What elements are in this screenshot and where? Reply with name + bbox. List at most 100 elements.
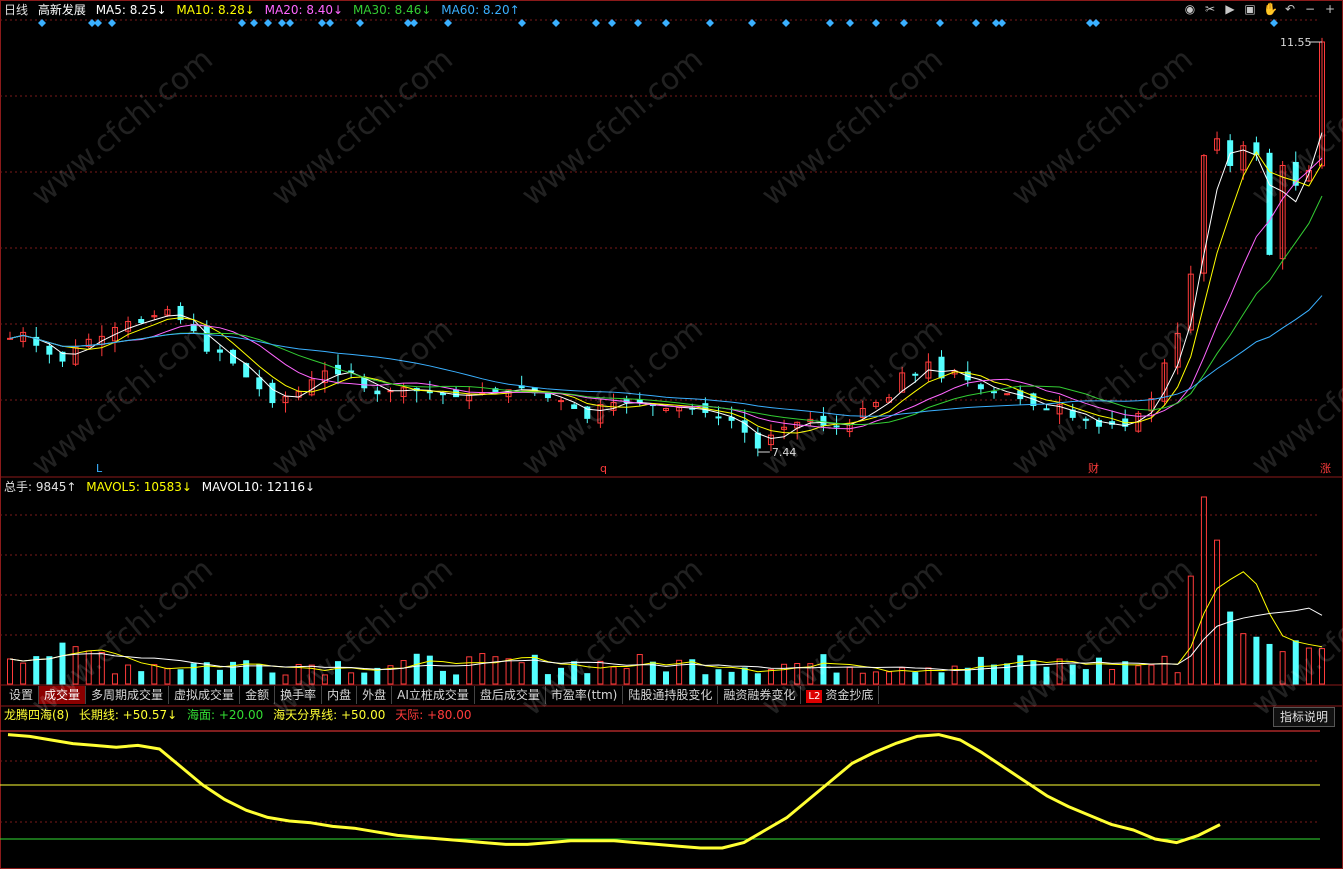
volume-bar <box>1214 539 1221 685</box>
volume-bar <box>702 674 709 685</box>
candle-body <box>912 373 919 376</box>
candle-body <box>977 384 984 390</box>
volume-bar <box>1174 672 1181 685</box>
volume-bar <box>938 672 945 685</box>
mavol5-value: MAVOL5: 10583↓ <box>86 480 192 494</box>
volume-bar <box>663 671 669 685</box>
volume-bar <box>1240 633 1247 685</box>
volume-bar <box>872 671 879 685</box>
volume-bar <box>1187 575 1194 685</box>
volume-bar <box>413 653 420 685</box>
tab-8[interactable]: AI立桩成交量 <box>392 686 475 704</box>
volume-bar <box>466 656 473 685</box>
tab-label: 资金抄底 <box>825 688 874 702</box>
volume-bar <box>256 663 263 685</box>
event-diamond <box>286 19 294 27</box>
tab-label: 陆股通持股变化 <box>628 688 713 702</box>
volume-bar <box>964 667 971 685</box>
volume-bar <box>361 672 368 685</box>
tab-label: 外盘 <box>362 688 387 702</box>
volume-bar <box>20 662 27 685</box>
volume-bar <box>492 656 499 685</box>
event-diamond <box>706 19 714 27</box>
volume-bar <box>479 653 486 685</box>
volume-bar <box>400 660 407 685</box>
volume-bar <box>1148 664 1155 685</box>
candle-body <box>7 337 13 340</box>
volume-bar <box>138 671 145 685</box>
volume-bar <box>715 669 722 685</box>
event-diamond <box>326 19 334 27</box>
volume-header: 总手: 9845↑ MAVOL5: 10583↓ MAVOL10: 12116↓ <box>4 479 321 495</box>
event-diamond <box>662 19 670 27</box>
event-marker: 财 <box>1088 461 1099 475</box>
event-diamond <box>38 19 46 27</box>
volume-bar <box>1227 611 1234 685</box>
event-diamond <box>278 19 286 27</box>
volume-bar <box>623 668 630 685</box>
volume-bar <box>912 672 919 685</box>
event-diamond <box>782 19 790 27</box>
volume-bar <box>1200 496 1207 685</box>
volume-bar <box>125 664 132 685</box>
event-diamond <box>518 19 526 27</box>
candle-body <box>715 416 722 419</box>
event-diamond <box>592 19 600 27</box>
event-diamond <box>608 19 616 27</box>
volume-bar <box>741 667 748 685</box>
event-diamond <box>972 19 980 27</box>
event-diamond <box>872 19 880 27</box>
tab-7[interactable]: 外盘 <box>357 686 393 704</box>
volume-bar <box>190 663 197 685</box>
volume-bar <box>439 670 446 685</box>
event-diamond <box>108 19 116 27</box>
chart-canvas[interactable]: 11.557.44L q 财涨 <box>0 0 1343 869</box>
volume-bar <box>754 673 761 685</box>
event-marker: L <box>96 462 103 475</box>
event-diamond <box>238 19 246 27</box>
indicator-tabs: 设置 成交量 多周期成交量 虚拟成交量 金额 换手率 内盘 外盘 AI立桩成交量 盘后成交量 市盈率… <box>4 686 880 705</box>
sky-value: 天际: +80.00 <box>395 708 472 722</box>
volume-bar <box>164 667 171 685</box>
volume-bar <box>348 672 355 685</box>
candle-body <box>558 400 565 403</box>
candle-body <box>269 382 276 404</box>
volume-bar <box>886 671 893 685</box>
candle-body <box>991 391 997 394</box>
event-diamond <box>936 19 944 27</box>
candle-body <box>256 377 263 390</box>
volume-bar <box>846 666 853 685</box>
volume-bar <box>1253 636 1260 685</box>
candle-body <box>938 356 945 379</box>
volume-bar <box>1161 655 1168 685</box>
volume-bar <box>216 669 223 685</box>
volume-bar <box>426 655 433 685</box>
tab-2[interactable]: 多周期成交量 <box>86 686 170 704</box>
event-marker: 涨 <box>1320 462 1331 475</box>
tab-3[interactable]: 虚拟成交量 <box>169 686 241 704</box>
volume-bar <box>374 667 381 685</box>
volume-bar <box>610 666 617 685</box>
event-diamond <box>1092 19 1100 27</box>
volume-bar <box>269 672 276 685</box>
tab-11[interactable]: 陆股通持股变化 <box>623 686 719 704</box>
volume-bar <box>689 659 696 685</box>
tab-label: 内盘 <box>327 688 352 702</box>
long-line-curve <box>7 733 1221 850</box>
candle-body <box>138 319 145 324</box>
volume-bar <box>1135 665 1142 685</box>
tab-label: 多周期成交量 <box>91 688 164 702</box>
event-diamond <box>826 19 834 27</box>
high-price-label: 11.55 <box>1280 36 1312 49</box>
event-diamond <box>846 19 854 27</box>
volume-bar <box>111 673 118 685</box>
event-diamond <box>998 19 1006 27</box>
event-diamond <box>748 19 756 27</box>
volume-bar <box>518 662 525 685</box>
event-diamond <box>356 19 364 27</box>
volume-bar <box>977 656 984 685</box>
total-volume: 总手: 9845↑ <box>4 480 77 494</box>
indicator-header: 龙腾四海(8) 长期线: +50.57↓ 海面: +20.00 海天分界线: +… <box>4 707 477 723</box>
candle-body <box>754 432 761 449</box>
volume-bar <box>1017 655 1024 685</box>
